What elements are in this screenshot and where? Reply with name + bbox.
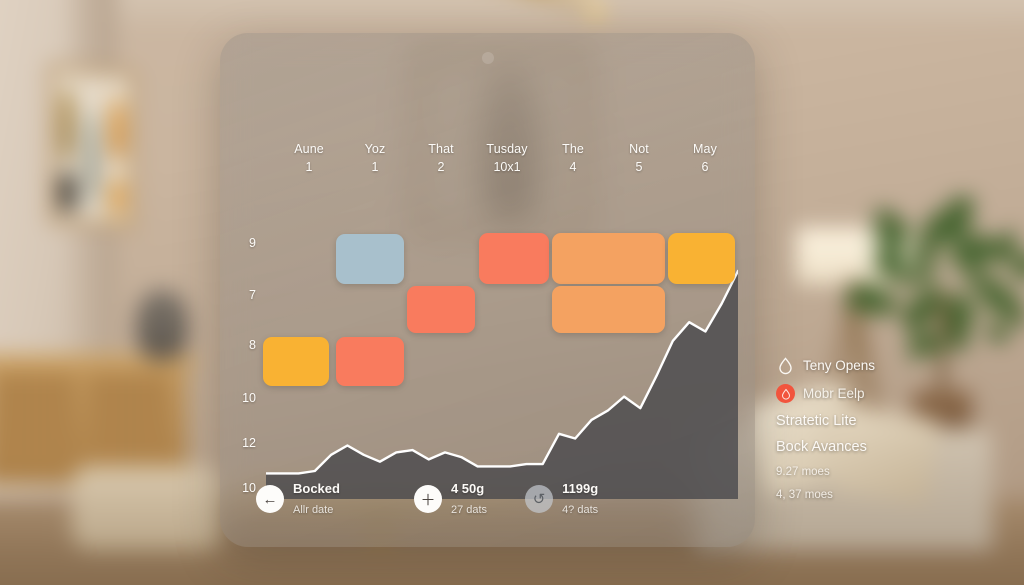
footer-item-0[interactable]: ← Bocked Allr date: [256, 479, 340, 519]
y-axis-tick-1: 7: [249, 288, 256, 302]
back-arrow-icon: ←: [256, 485, 284, 513]
right-row-teny-opens[interactable]: Teny Opens: [776, 356, 986, 375]
y-axis-tick-2: 8: [249, 338, 256, 352]
right-headline-2: Bock Avances: [776, 439, 867, 455]
footer-item-main: 1199g: [562, 480, 599, 496]
art-panel-3: [106, 76, 128, 222]
column-header-name: Aune: [294, 142, 324, 156]
right-headline-1: Stratetic Lite: [776, 413, 857, 429]
footer-item-2[interactable]: ↺ 1199g 4? dats: [525, 479, 598, 519]
wall-art-triptych: [48, 63, 136, 231]
refresh-icon: ↺: [525, 485, 554, 513]
credenza-door-right: [88, 374, 168, 466]
footer-item-text: Bocked Allr date: [293, 479, 340, 519]
badge-drop-glyph: [781, 388, 790, 400]
footer-item-1[interactable]: ＋ 4 50g 27 dats: [413, 479, 487, 519]
blk-salmon-mid[interactable]: [407, 286, 475, 333]
right-info-overlay: Teny Opens Mobr Eelp Stratetic Lite Bock…: [776, 356, 986, 501]
column-header-4[interactable]: The 4: [540, 141, 606, 193]
right-row-label: Teny Opens: [803, 358, 876, 373]
art-panel-1: [56, 72, 78, 218]
art-shape-3: [109, 96, 125, 164]
chandelier-bulb: [586, 2, 606, 21]
blk-orange-top[interactable]: [552, 233, 665, 284]
column-header-value: 5: [635, 160, 643, 174]
footer-item-main: Bocked: [293, 480, 340, 496]
column-header-name: Tusday: [486, 142, 528, 156]
column-header-name: That: [428, 142, 454, 156]
column-header-value: 1: [371, 160, 379, 174]
column-header-name: Not: [629, 142, 649, 156]
footer-item-text: 1199g 4? dats: [562, 479, 598, 519]
column-header-6[interactable]: May 6: [672, 141, 738, 193]
footer-item-sub: 4? dats: [562, 504, 599, 516]
art-shape-1: [60, 86, 74, 166]
blk-orange-mid[interactable]: [552, 286, 665, 333]
y-axis-tick-0: 9: [249, 236, 256, 250]
glass-dashboard-panel: Aune 1 Yoz 1 That 2 Tusday 10х1 The 4 Not 5 May 6 9 7 8…: [220, 33, 755, 547]
plus-icon: ＋: [413, 485, 442, 513]
column-header-name: May: [693, 142, 717, 156]
column-header-2[interactable]: That 2: [408, 141, 474, 193]
footer-item-main: 4 50g: [450, 480, 485, 496]
ceiling: [0, 0, 1024, 22]
panel-notch-icon: [481, 52, 494, 64]
y-axis-tick-3: 10: [242, 391, 256, 405]
column-header-value: 6: [701, 160, 709, 174]
footer-item-text: 4 50g 27 dats: [451, 479, 487, 519]
column-header-5[interactable]: Not 5: [606, 141, 672, 193]
blk-salmon-bot[interactable]: [336, 337, 404, 386]
credenza-door-left: [0, 374, 74, 466]
column-header-1[interactable]: Yoz 1: [342, 141, 408, 193]
column-header-name: The: [562, 142, 584, 156]
footer-item-sub: Allr date: [293, 504, 334, 516]
blk-yellow-top[interactable]: [668, 233, 735, 284]
column-header-value: 10х1: [493, 160, 521, 174]
column-header-name: Yoz: [364, 142, 386, 156]
art-panel-2: [81, 74, 103, 220]
vase: [136, 290, 188, 360]
art-shape-3b: [110, 175, 125, 218]
column-header-value: 2: [437, 160, 445, 174]
column-header-value: 1: [305, 160, 313, 174]
blk-blue[interactable]: [336, 234, 404, 284]
alert-badge-icon: [776, 384, 795, 403]
column-header-value: 4: [569, 160, 577, 174]
armchair: [72, 466, 222, 550]
column-header-3[interactable]: Tusday 10х1: [474, 141, 540, 193]
y-axis: 9 7 8 10 12 10: [220, 203, 266, 499]
column-header-0[interactable]: Aune 1: [276, 141, 342, 193]
column-header-row: Aune 1 Yoz 1 That 2 Tusday 10х1 The 4 Not 5 May 6: [276, 141, 738, 193]
y-axis-tick-4: 12: [242, 436, 256, 450]
blk-yellow-bot[interactable]: [263, 337, 329, 386]
footer-item-sub: 27 dats: [450, 504, 488, 516]
leaf-drop-icon: [779, 357, 792, 375]
right-row-label: Mobr Eelp: [803, 386, 865, 401]
art-shape-2: [87, 109, 97, 208]
right-row-mobr-eelp[interactable]: Mobr Eelp: [776, 384, 986, 403]
right-metric-2: 4, 37 moes: [776, 489, 833, 501]
blk-salmon-top[interactable]: [479, 233, 549, 284]
panel-footer: ← Bocked Allr date ＋ 4 50g 27 dats ↺ 1199g 4? da…: [250, 473, 730, 525]
art-shape-1b: [59, 173, 75, 212]
right-metric-1: 9.27 moes: [776, 466, 830, 478]
